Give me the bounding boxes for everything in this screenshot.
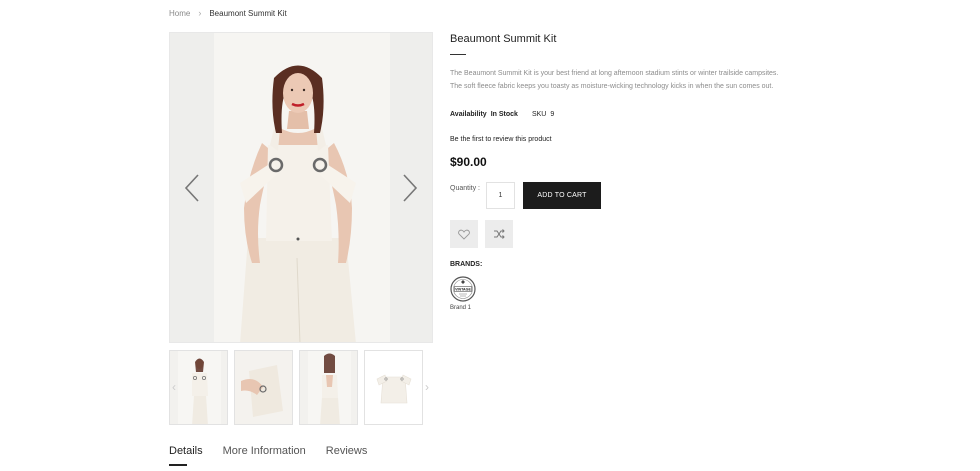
- thumbnail-flat-image: [365, 351, 422, 424]
- brands-title: BRANDS:: [450, 261, 483, 268]
- tab-more-information[interactable]: More Information: [223, 445, 306, 463]
- heart-icon: [458, 229, 470, 240]
- shuffle-icon: [494, 229, 505, 239]
- tab-details[interactable]: Details: [169, 445, 203, 466]
- breadcrumb: Home › Beaumont Summit Kit: [169, 8, 287, 18]
- thumbnail-3[interactable]: [299, 350, 358, 425]
- title-divider: [450, 54, 466, 55]
- vintage-badge-icon: VINTAGE: [450, 276, 476, 302]
- thumbnail-prev-icon[interactable]: ‹: [172, 380, 176, 394]
- tab-reviews[interactable]: Reviews: [326, 445, 368, 463]
- thumbnail-1[interactable]: [169, 350, 228, 425]
- availability-label: Availability: [450, 111, 487, 118]
- thumbnail-2[interactable]: [234, 350, 293, 425]
- thumbnail-4[interactable]: [364, 350, 423, 425]
- compare-button[interactable]: [485, 220, 513, 248]
- breadcrumb-current: Beaumont Summit Kit: [209, 8, 287, 18]
- quantity-label: Quantity :: [450, 185, 480, 192]
- product-info: Beaumont Summit Kit The Beaumont Summit …: [450, 32, 830, 311]
- chevron-left-icon[interactable]: [182, 173, 202, 203]
- product-main-image[interactable]: [169, 32, 433, 343]
- product-description: The Beaumont Summit Kit is your best fri…: [450, 68, 830, 93]
- product-title: Beaumont Summit Kit: [450, 33, 557, 45]
- breadcrumb-home-link[interactable]: Home: [169, 9, 190, 18]
- sku-value: 9: [550, 111, 555, 118]
- availability-status: In Stock: [490, 111, 518, 118]
- description-line-2: The soft fleece fabric keeps you toasty …: [450, 82, 774, 90]
- brand-logo[interactable]: VINTAGE: [450, 276, 476, 302]
- product-actions: [450, 220, 830, 248]
- product-price: $90.00: [450, 155, 487, 169]
- availability-row: Availability In Stock SKU 9: [450, 111, 830, 118]
- product-tabs: Details More Information Reviews: [169, 445, 368, 466]
- add-to-cart-row: Quantity : ADD TO CART: [450, 182, 830, 209]
- review-prompt-link[interactable]: Be the first to review this product: [450, 136, 830, 143]
- brand-name[interactable]: Brand 1: [450, 305, 830, 311]
- thumbnail-back-image: [308, 351, 351, 424]
- brand-logo-text: VINTAGE: [455, 288, 471, 292]
- thumbnail-next-icon[interactable]: ›: [425, 380, 429, 394]
- wishlist-button[interactable]: [450, 220, 478, 248]
- quantity-input[interactable]: [485, 182, 515, 209]
- add-to-cart-button[interactable]: ADD TO CART: [522, 182, 601, 209]
- model-figure: [240, 65, 356, 342]
- description-line-1: The Beaumont Summit Kit is your best fri…: [450, 70, 779, 77]
- thumbnail-strip: [169, 350, 423, 425]
- breadcrumb-separator: ›: [198, 8, 202, 18]
- sku-label: SKU: [531, 111, 547, 118]
- thumbnail-front-image: [178, 351, 221, 424]
- thumbnail-detail-image: [235, 351, 292, 424]
- chevron-right-icon[interactable]: [400, 173, 420, 203]
